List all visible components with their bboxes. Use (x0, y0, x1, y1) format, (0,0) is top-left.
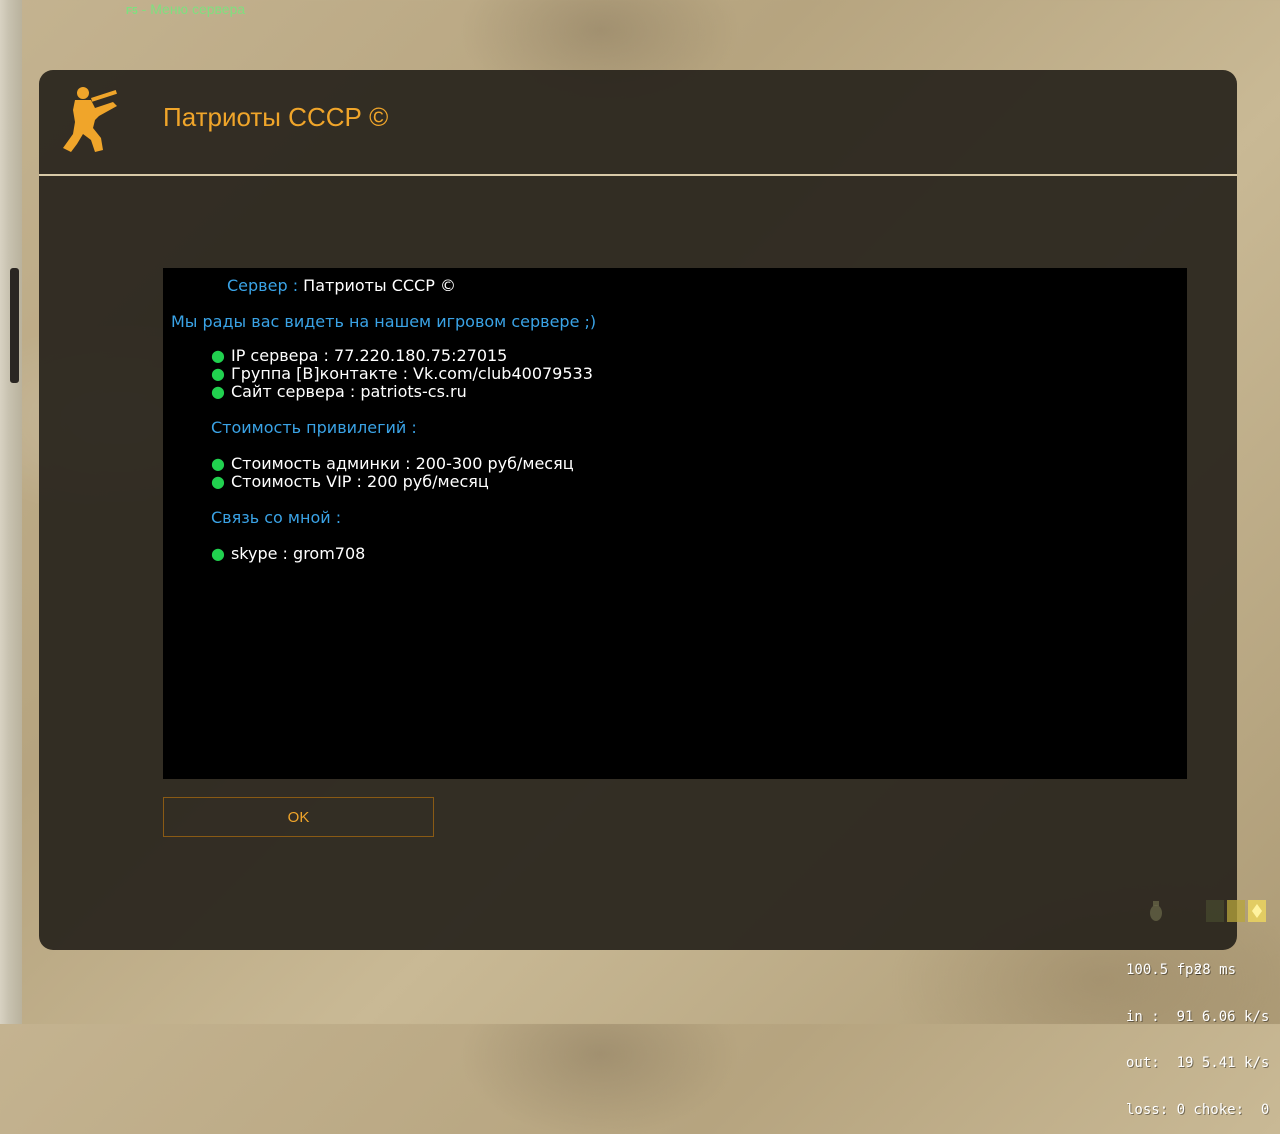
background-edge (0, 0, 22, 1024)
bullet-icon: ● (211, 544, 225, 563)
motd-window: Патриоты СССР © Сервер : Патриоты СССР ©… (39, 70, 1237, 950)
welcome-text: Мы рады вас видеть на нашем игровом серв… (171, 312, 597, 331)
window-title: Патриоты СССР © (163, 102, 389, 132)
info-site: Сайт сервера : patriots-cs.ru (230, 382, 467, 401)
window-header: Патриоты СССР © (39, 70, 1237, 174)
list-item: ● IP сервера : 77.220.180.75:27015 (211, 346, 507, 365)
server-line: Сервер : Патриоты СССР © (227, 276, 456, 295)
info-vk-group: Группа [В]контакте : Vk.com/club40079533 (230, 364, 593, 383)
menu-key: F5 (126, 6, 138, 17)
background-notch (10, 268, 19, 383)
header-divider (39, 174, 1237, 176)
list-item: ● Группа [В]контакте : Vk.com/club4007953… (211, 364, 593, 383)
info-ip: IP сервера : 77.220.180.75:27015 (230, 346, 508, 365)
contact-heading: Связь со мной : (211, 508, 342, 527)
netgraph-in: in : 91 6.06 k/s (1126, 1008, 1270, 1025)
bullet-icon: ● (211, 382, 225, 401)
server-name: Патриоты СССР © (303, 276, 456, 295)
server-label: Сервер : (227, 276, 299, 295)
bullet-icon: ● (211, 346, 225, 365)
netgraph-loss: loss: 0 choke: 0 (1126, 1101, 1270, 1118)
bullet-icon: ● (211, 364, 225, 383)
netgraph-ping: 28 ms (1193, 962, 1237, 978)
contact-skype: skype : grom708 (230, 544, 366, 563)
grenade-icon (1150, 901, 1162, 921)
list-item: ● skype : grom708 (211, 544, 365, 563)
ok-button[interactable]: OK (163, 797, 434, 837)
prices-heading: Стоимость привилегий : (211, 418, 417, 437)
list-item: ● Стоимость VIP : 200 руб/месяц (211, 472, 489, 491)
ammo-icon (1206, 900, 1266, 922)
bullet-icon: ● (211, 454, 225, 473)
server-menu-hint: F5- Меню сервера (126, 1, 245, 17)
price-vip: Стоимость VIP : 200 руб/месяц (230, 472, 489, 491)
bullet-icon: ● (211, 472, 225, 491)
motd-content: Сервер : Патриоты СССР © Мы рады вас вид… (163, 268, 1187, 779)
hud-status-icons (1148, 898, 1268, 926)
menu-hint-label: - Меню сервера (141, 1, 246, 17)
netgraph-out: out: 19 5.41 k/s (1126, 1055, 1270, 1071)
list-item: ● Сайт сервера : patriots-cs.ru (211, 382, 467, 401)
netgraph-fps: 100.5 fps (1126, 962, 1202, 978)
list-item: ● Стоимость админки : 200-300 руб/месяц (211, 454, 574, 473)
price-admin: Стоимость админки : 200-300 руб/месяц (230, 454, 574, 473)
net-graph: 100.5 fps28 ms in : 91 6.06 k/s out: 19 … (1126, 932, 1269, 1134)
ct-soldier-logo-icon (63, 87, 117, 152)
netgraph-fps-line: 100.5 fps28 ms (1126, 962, 1269, 979)
